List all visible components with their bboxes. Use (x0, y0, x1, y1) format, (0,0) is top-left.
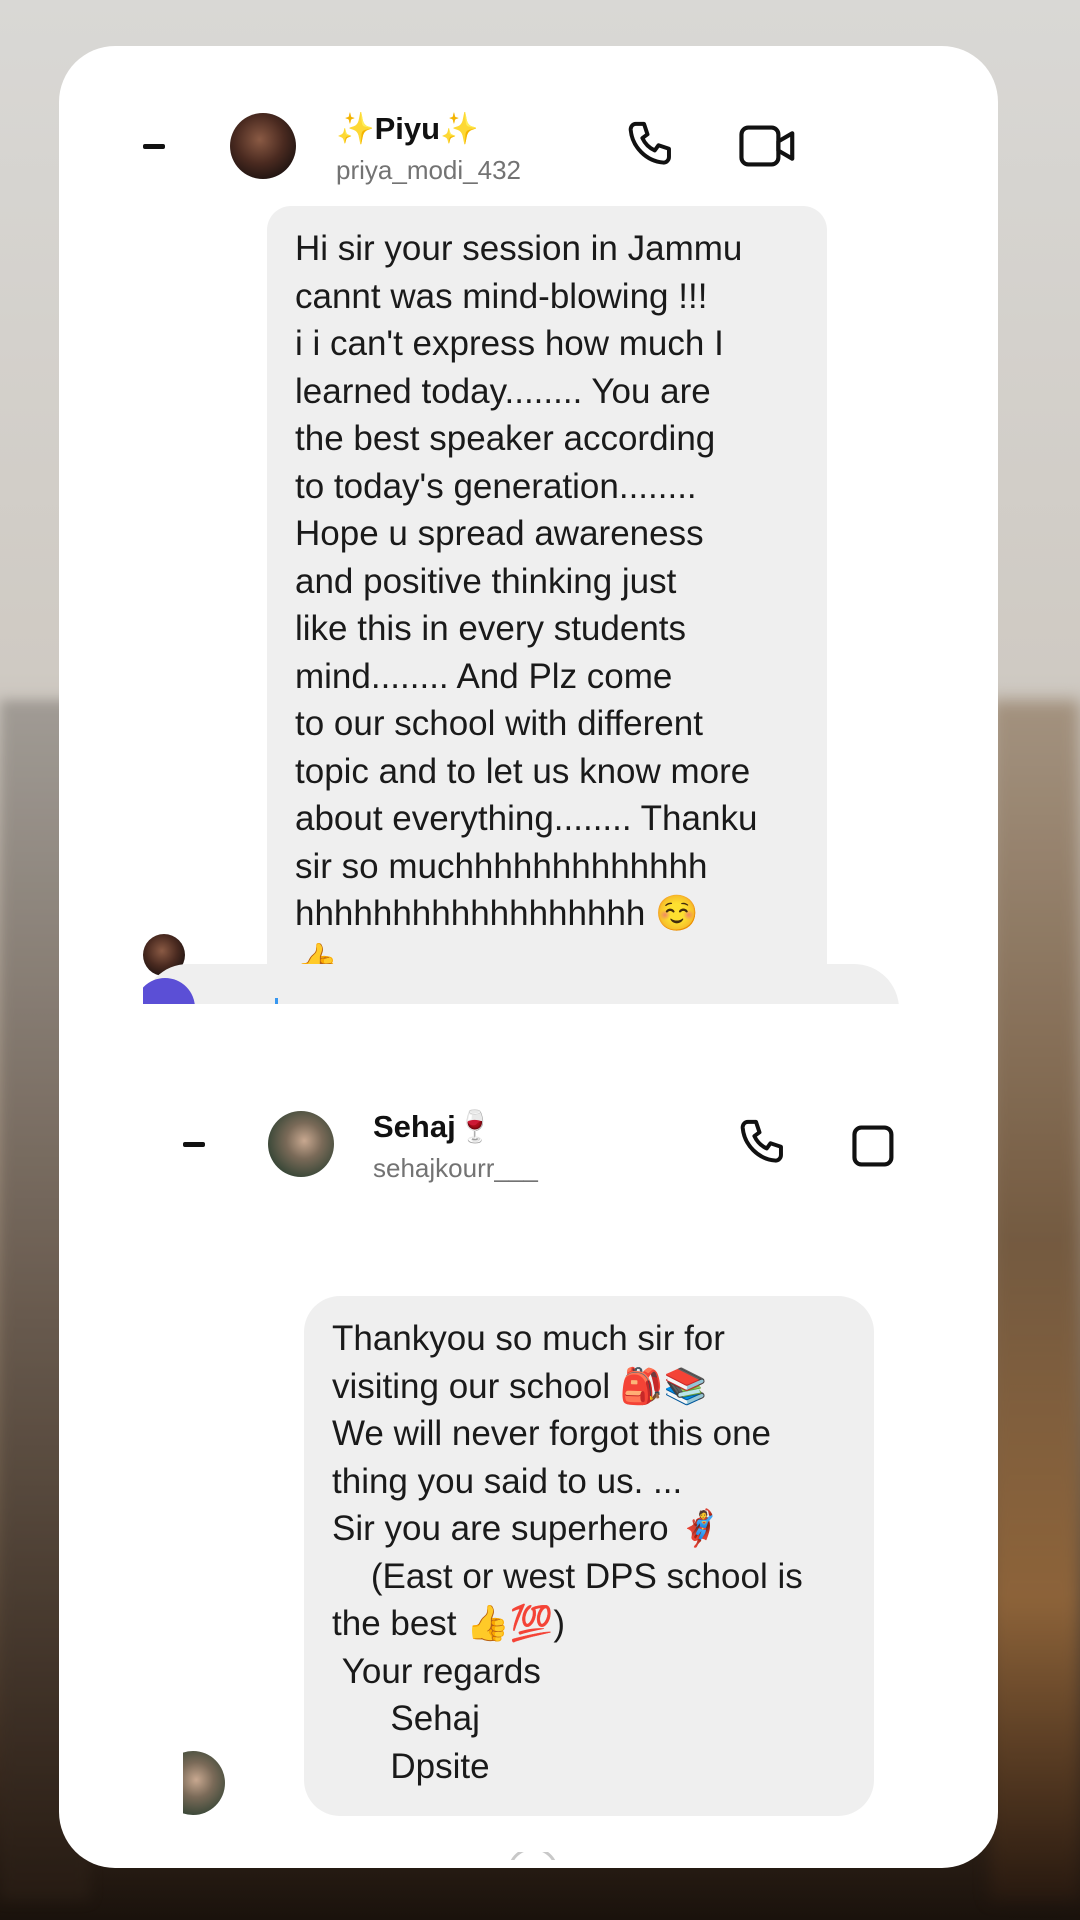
contact-username[interactable]: priya_modi_432 (336, 155, 521, 186)
chat-header: ✨Piyu✨ priya_modi_432 (143, 46, 899, 206)
chat-screenshot-sehaj: Sehaj🍷 sehajkourr___ Thankyou so much si… (183, 1096, 900, 1860)
message-bubble[interactable]: Hi sir your session in Jammu cannt was m… (267, 206, 827, 1004)
contact-username[interactable]: sehajkourr___ (373, 1153, 538, 1184)
sender-avatar (183, 1751, 225, 1815)
phone-icon[interactable] (735, 1116, 791, 1172)
back-dash-icon[interactable] (143, 144, 165, 149)
video-camera-icon[interactable] (851, 1118, 900, 1174)
contact-display-name[interactable]: Sehaj🍷 (373, 1108, 494, 1145)
video-camera-icon[interactable] (738, 118, 798, 174)
back-dash-icon[interactable] (183, 1142, 205, 1147)
loading-spinner-icon (510, 1852, 556, 1860)
avatar[interactable] (268, 1111, 334, 1177)
chat-screenshot-piyu: ✨Piyu✨ priya_modi_432 Hi sir your sessio… (143, 46, 899, 1004)
avatar[interactable] (230, 113, 296, 179)
text-cursor (275, 998, 278, 1004)
chat-header: Sehaj🍷 sehajkourr___ (183, 1096, 900, 1256)
phone-icon[interactable] (623, 118, 679, 174)
contact-display-name[interactable]: ✨Piyu✨ (336, 110, 479, 147)
screenshot-card: ✨Piyu✨ priya_modi_432 Hi sir your sessio… (59, 46, 998, 1868)
background-blur-right (990, 700, 1080, 1900)
message-composer[interactable] (143, 964, 899, 1004)
message-bubble[interactable]: Thankyou so much sir for visiting our sc… (304, 1296, 874, 1816)
